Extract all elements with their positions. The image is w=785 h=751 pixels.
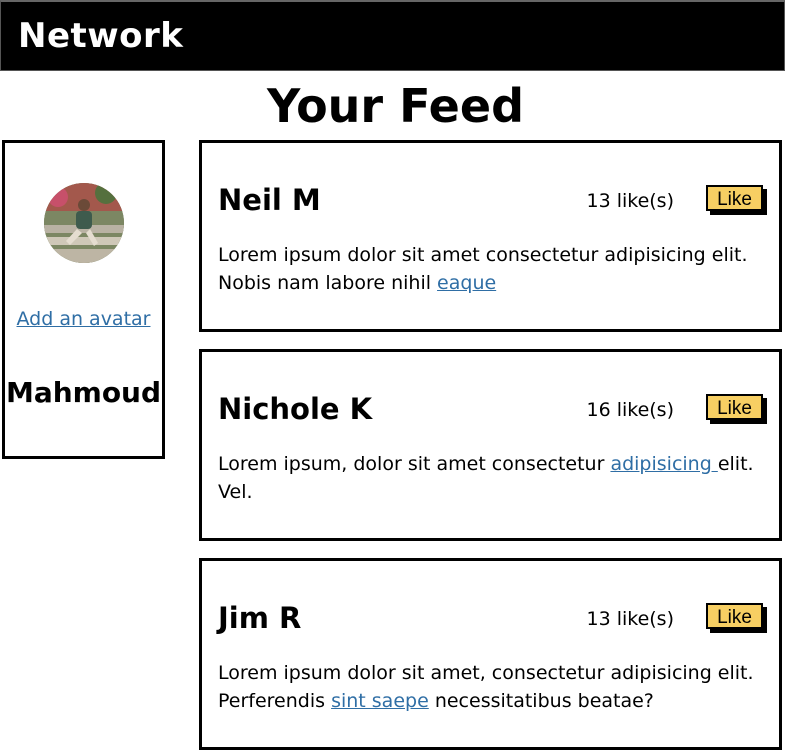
like-count: 13 like(s) <box>586 608 674 630</box>
avatar-photo <box>44 183 124 263</box>
page-title: Your Feed <box>266 79 525 133</box>
post-link[interactable]: eaque <box>437 272 496 294</box>
like-count: 16 like(s) <box>586 399 674 421</box>
post-author[interactable]: Nichole K <box>218 392 372 426</box>
post-author[interactable]: Jim R <box>218 601 301 635</box>
like-button[interactable]: Like <box>706 603 763 629</box>
post-card: Nichole K 16 like(s) Like Lorem ipsum, d… <box>199 349 782 541</box>
post-card: Jim R 13 like(s) Like Lorem ipsum dolor … <box>199 558 782 750</box>
navbar: Network <box>0 0 785 71</box>
like-button[interactable]: Like <box>706 185 763 211</box>
like-button[interactable]: Like <box>706 394 763 420</box>
post-card: Neil M 13 like(s) Like Lorem ipsum dolor… <box>199 140 782 332</box>
avatar <box>44 183 124 263</box>
post-text-end: necessitatibus beatae? <box>428 690 654 712</box>
post-author[interactable]: Neil M <box>218 183 321 217</box>
post-body: Lorem ipsum, dolor sit amet consectetur … <box>218 450 763 506</box>
add-avatar-link[interactable]: Add an avatar <box>5 308 162 330</box>
post-text: Lorem ipsum, dolor sit amet consectetur <box>218 453 611 475</box>
brand-title[interactable]: Network <box>18 16 183 56</box>
post-link[interactable]: adipisicing <box>610 453 717 475</box>
post-body: Lorem ipsum dolor sit amet consectetur a… <box>218 241 763 297</box>
post-body: Lorem ipsum dolor sit amet, consectetur … <box>218 659 763 715</box>
like-count: 13 like(s) <box>586 190 674 212</box>
post-link[interactable]: sint saepe <box>331 690 429 712</box>
profile-username: Mahmoud <box>5 376 162 409</box>
profile-card: Add an avatar Mahmoud <box>2 140 165 459</box>
